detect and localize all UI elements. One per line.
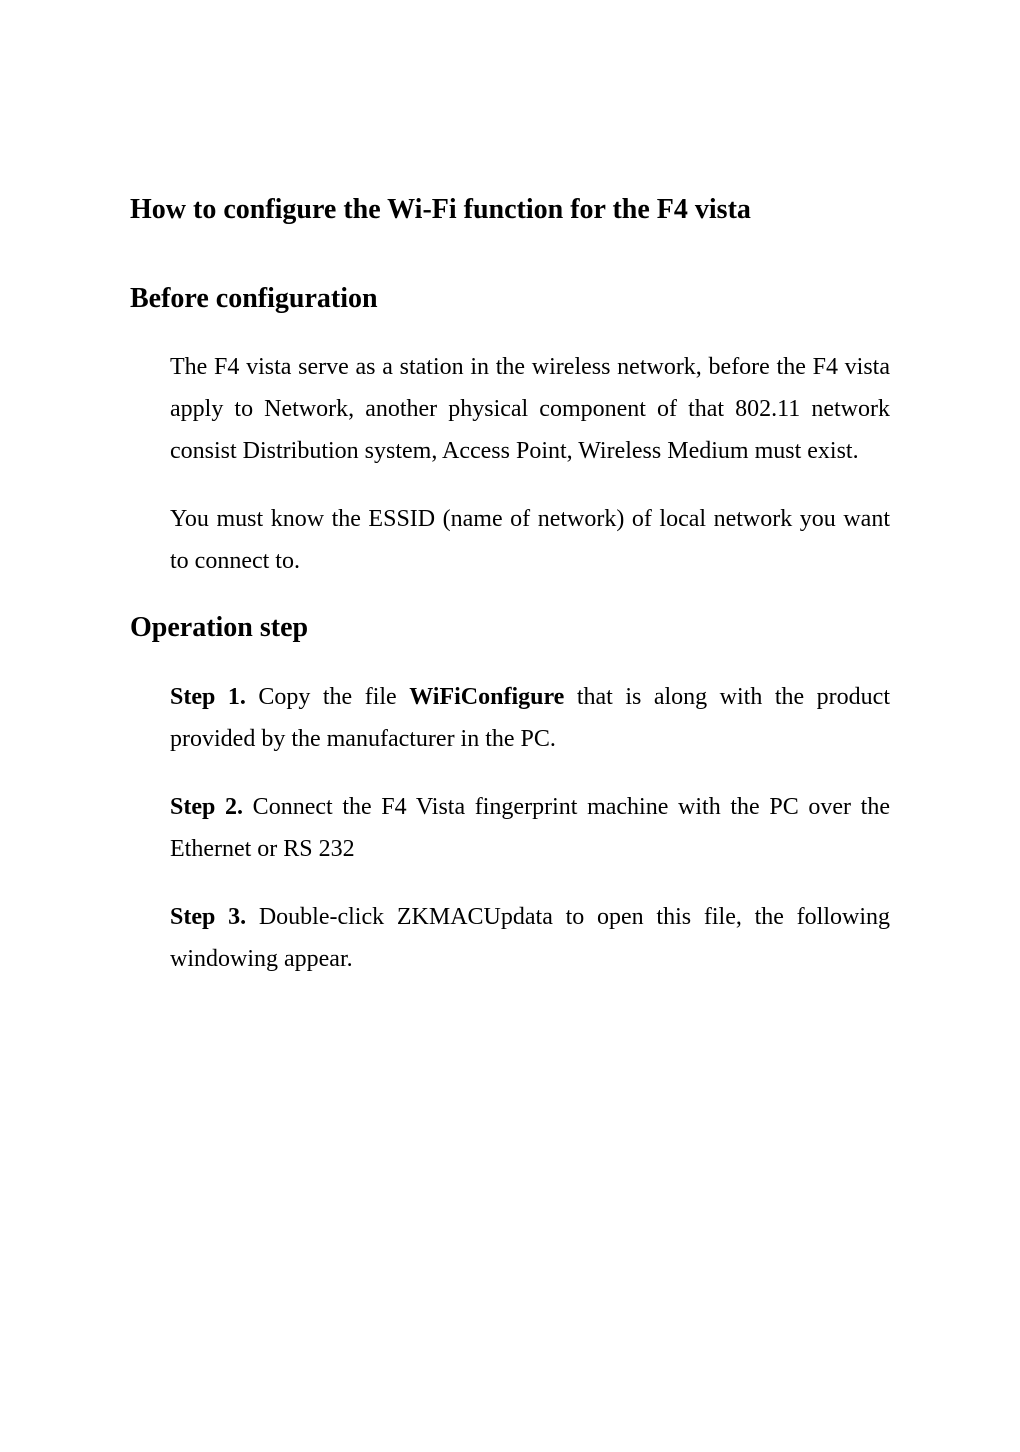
step-1-text-1: Copy the file — [246, 684, 409, 710]
step-2: Step 2. Connect the F4 Vista fingerprint… — [170, 786, 890, 870]
step-3: Step 3. Double-click ZKMACUpdata to open… — [170, 896, 890, 980]
section-before-configuration: Before configuration — [130, 279, 890, 318]
document-title: How to configure the Wi-Fi function for … — [130, 190, 890, 229]
step-1-filename: WiFiConfigure — [409, 684, 564, 710]
step-1-label: Step 1. — [170, 684, 246, 710]
section-operation-step: Operation step — [130, 608, 890, 647]
step-3-text: Double-click ZKMACUpdata to open this fi… — [170, 904, 890, 972]
step-1: Step 1. Copy the file WiFiConfigure that… — [170, 676, 890, 760]
step-3-label: Step 3. — [170, 904, 246, 930]
step-2-label: Step 2. — [170, 794, 243, 820]
step-2-text: Connect the F4 Vista fingerprint machine… — [170, 794, 890, 862]
before-config-para-1: The F4 vista serve as a station in the w… — [170, 346, 890, 472]
before-config-para-2: You must know the ESSID (name of network… — [170, 498, 890, 582]
document-page: How to configure the Wi-Fi function for … — [0, 0, 1020, 1106]
